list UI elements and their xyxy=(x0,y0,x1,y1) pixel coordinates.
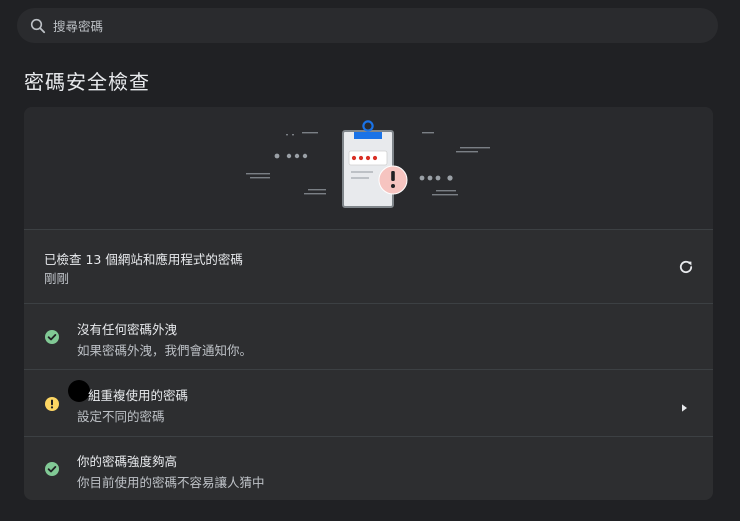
checkup-summary-row: 已檢查 13 個網站和應用程式的密碼 剛剛 xyxy=(24,229,713,303)
weak-passwords-row: 你的密碼強度夠高 你目前使用的密碼不容易讓人猜中 xyxy=(24,436,713,500)
search-bar[interactable]: 搜尋密碼 xyxy=(17,8,718,43)
refresh-icon[interactable] xyxy=(677,258,695,276)
last-checked-time: 剛剛 xyxy=(44,271,70,286)
checked-sites-text: 已檢查 13 個網站和應用程式的密碼 xyxy=(44,252,243,267)
reused-passwords-row[interactable]: 組重複使用的密碼 設定不同的密碼 xyxy=(24,369,713,436)
chevron-right-icon[interactable] xyxy=(679,398,689,412)
check-circle-icon xyxy=(44,461,60,477)
leaked-passwords-subtitle: 如果密碼外洩，我們會通知你。 xyxy=(77,343,253,358)
weak-passwords-title: 你的密碼強度夠高 xyxy=(77,454,178,469)
reused-passwords-title: 組重複使用的密碼 xyxy=(88,388,189,403)
leaked-passwords-row: 沒有任何密碼外洩 如果密碼外洩，我們會通知你。 xyxy=(24,303,713,369)
weak-passwords-subtitle: 你目前使用的密碼不容易讓人猜中 xyxy=(77,475,265,490)
redacted-count xyxy=(68,380,90,402)
warning-circle-icon xyxy=(44,396,60,412)
reused-passwords-subtitle: 設定不同的密碼 xyxy=(77,409,165,424)
search-icon xyxy=(29,17,47,35)
page-title: 密碼安全檢查 xyxy=(24,70,150,94)
password-checkup-card: 已檢查 13 個網站和應用程式的密碼 剛剛 沒有任何密碼外洩 如果密碼外洩，我們… xyxy=(24,107,713,500)
leaked-passwords-title: 沒有任何密碼外洩 xyxy=(77,322,178,337)
check-circle-icon xyxy=(44,329,60,345)
search-input[interactable]: 搜尋密碼 xyxy=(53,16,103,35)
checkup-illustration xyxy=(24,107,713,229)
